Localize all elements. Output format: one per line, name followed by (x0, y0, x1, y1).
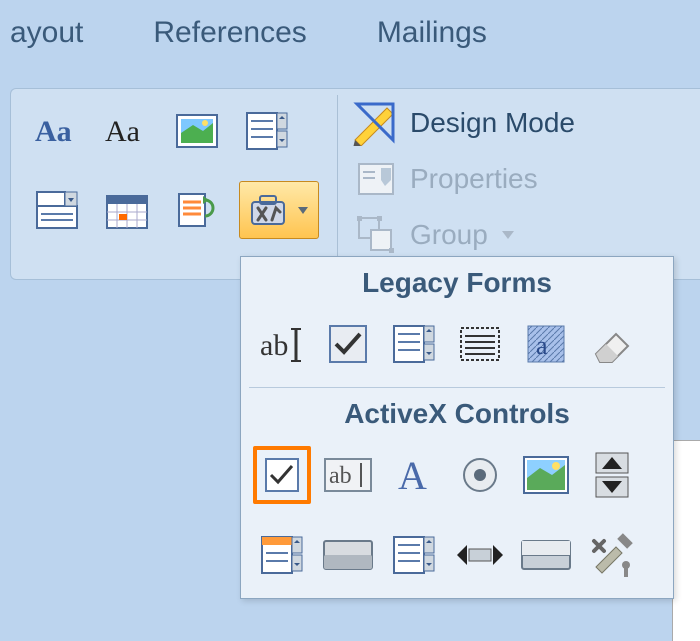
activex-image-button[interactable] (517, 446, 575, 504)
legacy-forms-header: Legacy Forms (241, 257, 673, 307)
activex-row-2 (241, 518, 673, 598)
svg-text:ab: ab (329, 463, 352, 489)
scrollbar-icon (455, 535, 505, 575)
svg-text:a: a (536, 331, 548, 360)
textbox-icon: ab (323, 453, 373, 497)
svg-text:ab: ab (260, 329, 288, 362)
svg-text:Aa: Aa (35, 115, 72, 148)
svg-text:A: A (398, 453, 427, 497)
legacy-tools-button[interactable] (239, 181, 319, 239)
activex-toggle-button[interactable] (517, 526, 575, 584)
activex-more-controls-button[interactable] (583, 526, 641, 584)
properties-label: Properties (410, 163, 538, 195)
group-label: Group (410, 219, 488, 251)
checkbox-icon (262, 455, 302, 495)
tab-mailings[interactable]: Mailings (377, 16, 487, 50)
svg-text:Aa: Aa (105, 115, 140, 148)
text-field-icon: ab (258, 323, 306, 365)
dropdown-list-control-button[interactable] (29, 182, 85, 238)
combo-box-control-button[interactable] (239, 103, 295, 159)
eraser-icon (588, 324, 636, 364)
legacy-checkbox-button[interactable] (319, 315, 377, 373)
activex-combobox-button[interactable] (253, 526, 311, 584)
design-mode-icon (352, 99, 400, 147)
plain-text-aa-icon: Aa (105, 111, 149, 151)
activex-scrollbar-button[interactable] (451, 526, 509, 584)
group-button: Group (352, 211, 575, 259)
legacy-reset-button[interactable] (583, 315, 641, 373)
list-box-icon (392, 533, 436, 577)
legacy-forms-row: ab (241, 307, 673, 387)
building-block-control-button[interactable] (169, 182, 225, 238)
picture-control-button[interactable] (169, 103, 225, 159)
label-a-icon: A (392, 453, 436, 497)
activex-option-button[interactable] (451, 446, 509, 504)
activex-command-button[interactable] (319, 526, 377, 584)
plain-text-control-button[interactable]: Aa (99, 103, 155, 159)
rich-text-control-button[interactable]: Aa (29, 103, 85, 159)
ribbon-chunk: Aa Aa (10, 88, 700, 280)
activex-textbox-button[interactable]: ab (319, 446, 377, 504)
legacy-combobox-button[interactable] (385, 315, 443, 373)
legacy-shading-button[interactable]: a (517, 315, 575, 373)
chevron-down-icon (298, 207, 308, 214)
properties-button: Properties (352, 155, 575, 203)
tab-layout[interactable]: ayout (10, 16, 83, 50)
rich-text-aa-icon: Aa (35, 111, 79, 151)
legacy-text-field-button[interactable]: ab (253, 315, 311, 373)
tab-references[interactable]: References (153, 16, 306, 50)
content-controls-group: Aa Aa (11, 89, 337, 279)
command-button-icon (322, 537, 374, 573)
activex-listbox-button[interactable] (385, 526, 443, 584)
properties-icon (352, 155, 400, 203)
activex-controls-header: ActiveX Controls (241, 388, 673, 438)
toggle-button-icon (520, 537, 572, 573)
radio-icon (458, 453, 502, 497)
combo-box-icon (392, 322, 436, 366)
group-icon (352, 211, 400, 259)
image-icon (522, 453, 570, 497)
activex-row-1: ab A (241, 438, 673, 518)
spin-icon (590, 451, 634, 499)
building-block-icon (175, 188, 219, 232)
activex-checkbox-button[interactable] (253, 446, 311, 504)
combo-box-icon (245, 109, 289, 153)
design-mode-label: Design Mode (410, 107, 575, 139)
activex-spin-button[interactable] (583, 446, 641, 504)
chevron-down-icon (502, 231, 514, 239)
shading-a-icon: a (524, 322, 568, 366)
document-area (672, 440, 700, 641)
checkbox-icon (326, 322, 370, 366)
activex-label-button[interactable]: A (385, 446, 443, 504)
legacy-tools-dropdown: Legacy Forms ab (240, 256, 674, 599)
dropdown-list-icon (35, 188, 79, 232)
picture-icon (175, 111, 219, 151)
combo-box-icon (260, 533, 304, 577)
frame-icon (457, 322, 503, 366)
design-mode-button[interactable]: Design Mode (352, 99, 575, 147)
calendar-icon (105, 188, 149, 232)
toolbox-icon (246, 188, 290, 232)
tools-icon (588, 531, 636, 579)
date-picker-control-button[interactable] (99, 182, 155, 238)
legacy-frame-button[interactable] (451, 315, 509, 373)
